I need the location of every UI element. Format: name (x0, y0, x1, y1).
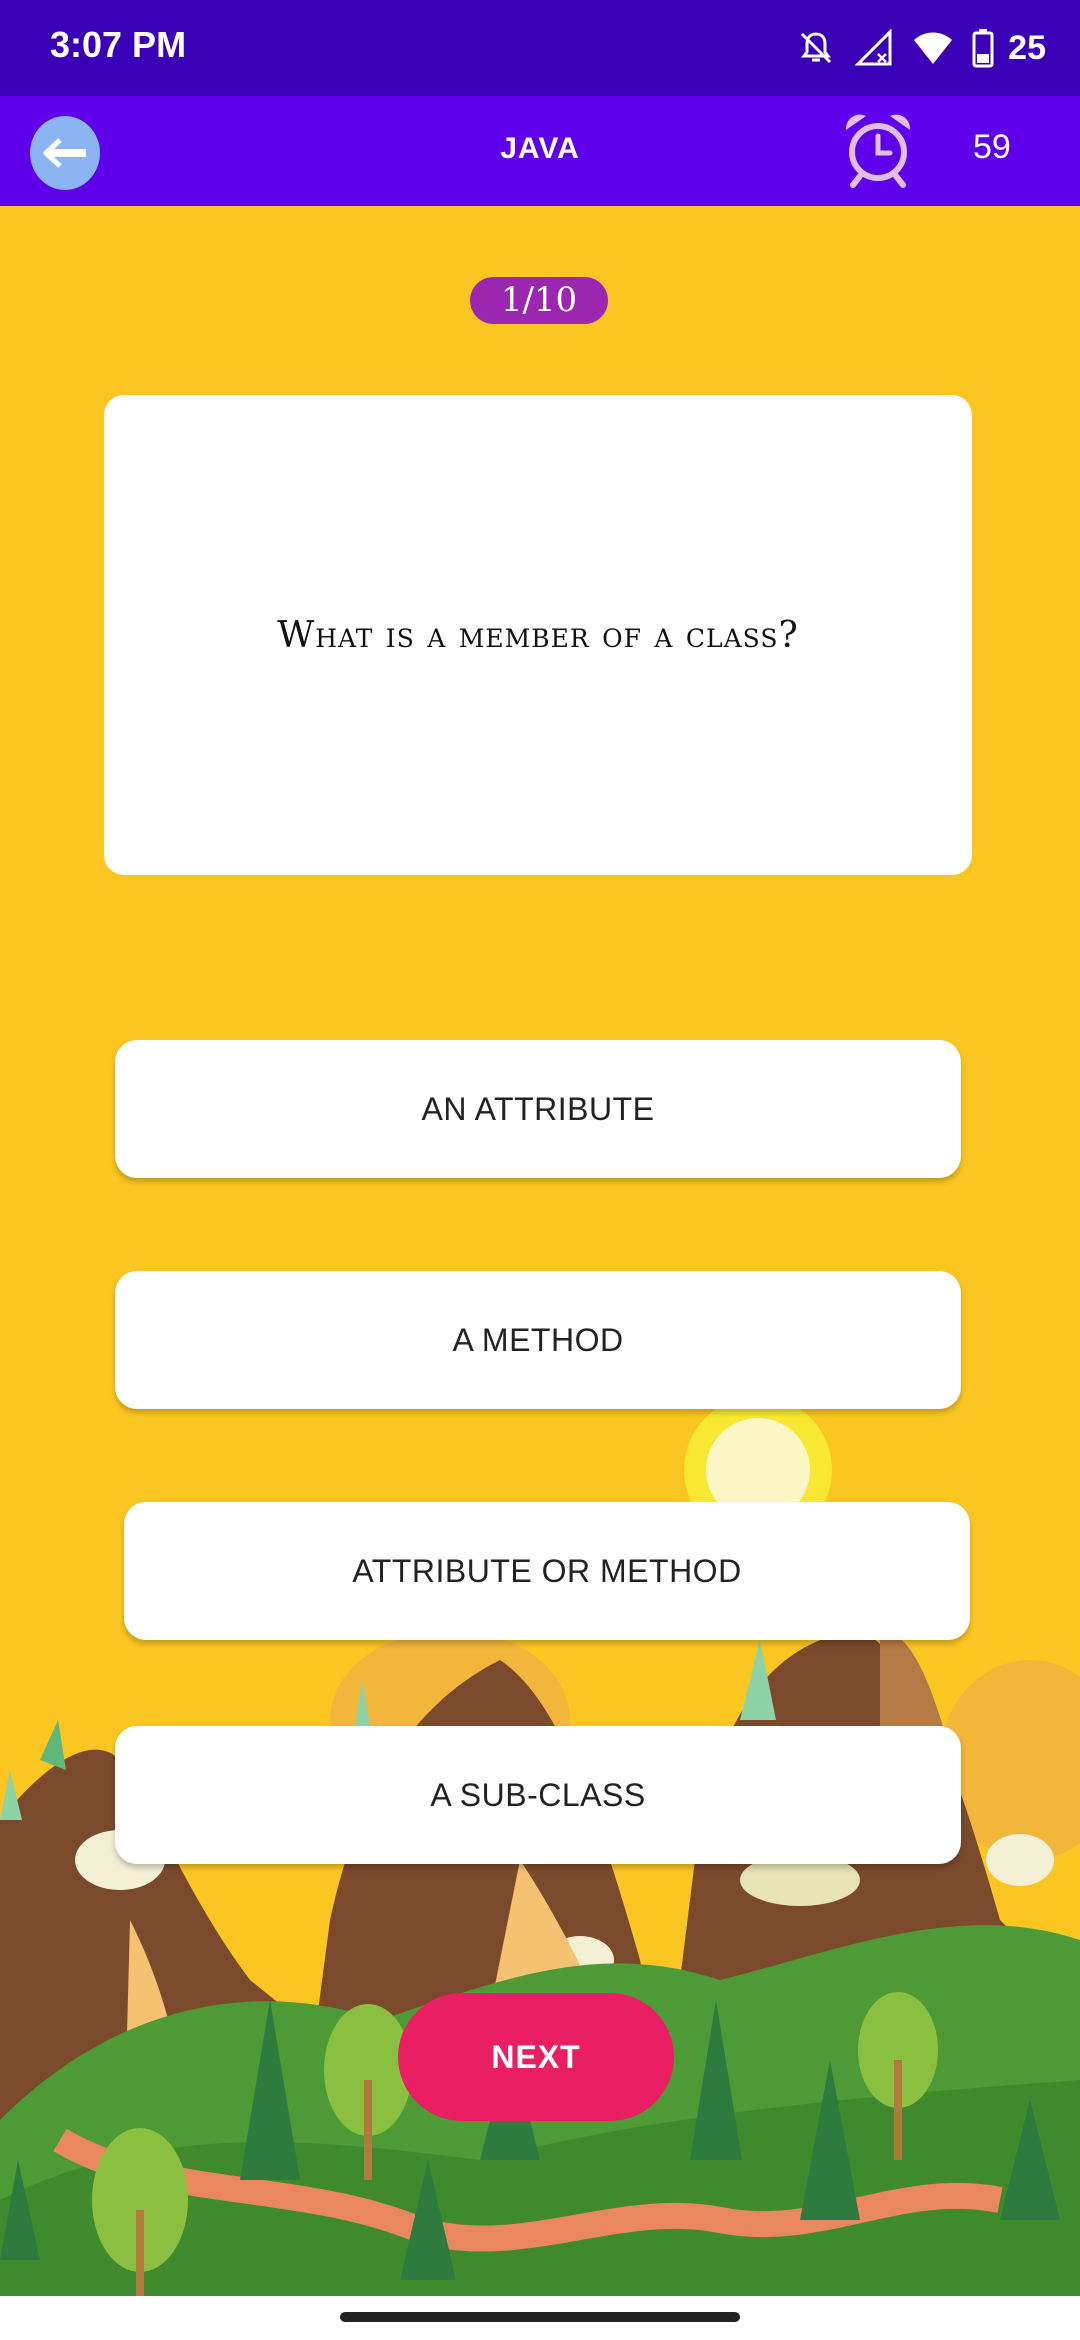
app-bar: JAVA 59 (0, 96, 1080, 206)
answer-option-label: AN ATTRIBUTE (421, 1090, 655, 1127)
answer-option-label: A SUB-CLASS (430, 1776, 646, 1813)
battery-icon (972, 29, 994, 68)
question-card: What is a member of a class? (104, 395, 972, 875)
timer-value: 59 (973, 128, 1011, 166)
answer-option[interactable]: A METHOD (115, 1271, 961, 1409)
home-indicator[interactable] (340, 2312, 740, 2322)
answer-option[interactable]: AN ATTRIBUTE (115, 1040, 961, 1178)
signal-icon (854, 28, 892, 66)
notifications-off-icon (801, 32, 832, 64)
next-button-label: NEXT (491, 2038, 581, 2075)
next-button[interactable]: NEXT (398, 1993, 674, 2121)
answer-option-label: ATTRIBUTE OR METHOD (352, 1552, 742, 1589)
battery-level: 25 (1008, 28, 1046, 67)
status-time: 3:07 PM (50, 24, 187, 65)
status-bar: 3:07 PM 25 (0, 0, 1080, 96)
answer-option[interactable]: ATTRIBUTE OR METHOD (124, 1502, 970, 1640)
answer-option[interactable]: A SUB-CLASS (115, 1726, 961, 1864)
wifi-icon (914, 32, 953, 64)
app-title: JAVA (500, 132, 580, 165)
question-text: What is a member of a class? (277, 614, 799, 656)
alarm-clock-icon (845, 114, 911, 188)
answer-option-label: A METHOD (452, 1321, 624, 1358)
status-icons: 25 (796, 22, 1046, 74)
question-progress: 1/10 (470, 277, 608, 324)
